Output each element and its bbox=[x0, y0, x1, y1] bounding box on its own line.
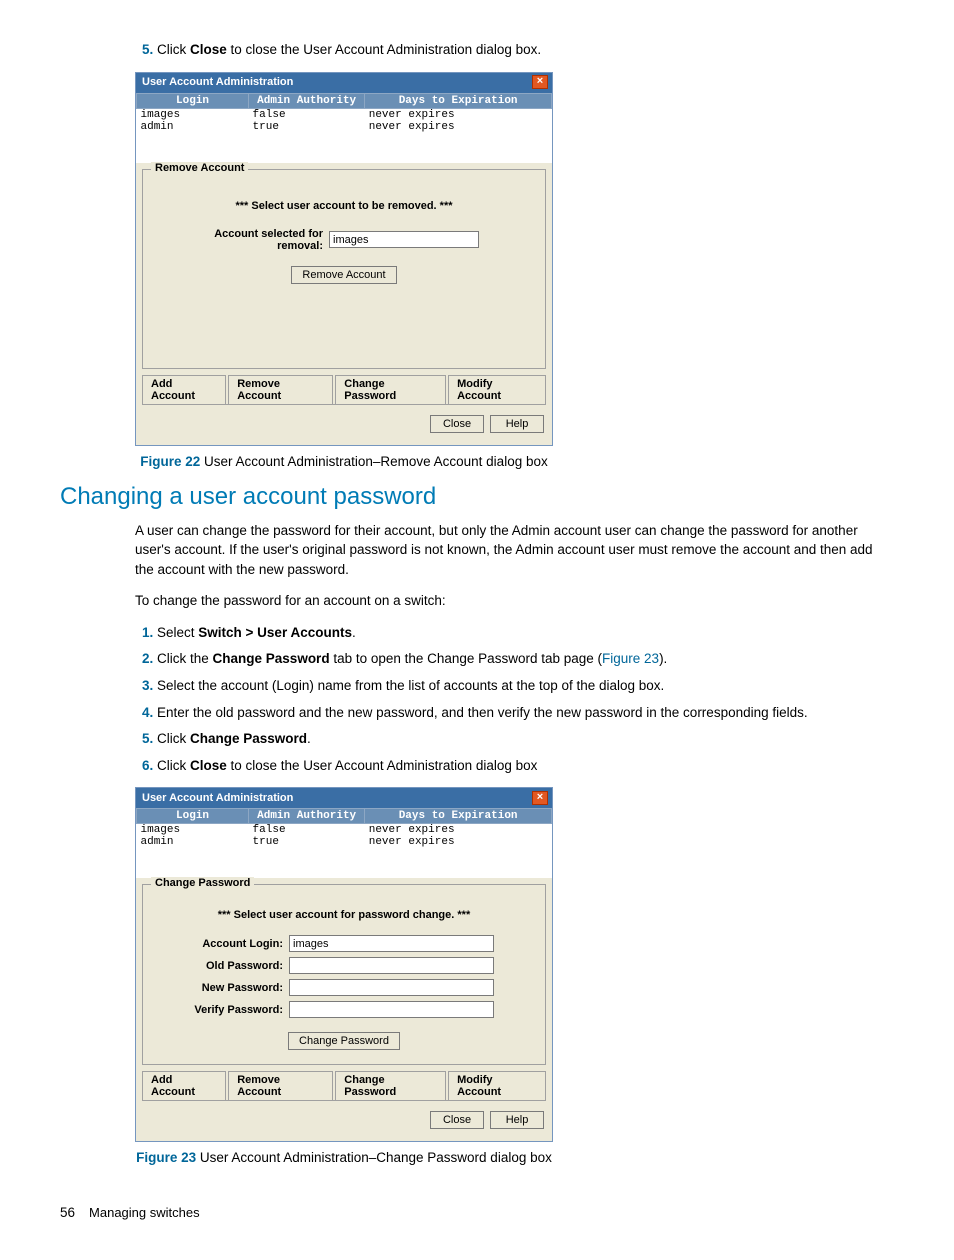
selected-account-input[interactable] bbox=[329, 231, 479, 248]
figure-23-caption: Figure 23 User Account Administration–Ch… bbox=[135, 1150, 553, 1165]
top-step-list: Click Close to close the User Account Ad… bbox=[135, 40, 894, 60]
tab-modify-account[interactable]: Modify Account bbox=[448, 375, 546, 404]
close-button[interactable]: Close bbox=[430, 1111, 484, 1129]
new-password-input[interactable] bbox=[289, 979, 494, 996]
page-footer: 56 Managing switches bbox=[60, 1205, 894, 1220]
table-row[interactable]: admin true never expires bbox=[137, 121, 552, 133]
tab-remove-account[interactable]: Remove Account bbox=[228, 1071, 333, 1100]
remove-account-group: Remove Account *** Select user account t… bbox=[142, 169, 546, 369]
help-button[interactable]: Help bbox=[490, 1111, 544, 1129]
step-5: Click Change Password. bbox=[157, 729, 894, 749]
close-button[interactable]: Close bbox=[430, 415, 484, 433]
close-icon[interactable]: × bbox=[532, 75, 548, 89]
step-5-top: Click Close to close the User Account Ad… bbox=[157, 40, 894, 60]
help-button[interactable]: Help bbox=[490, 415, 544, 433]
group-title: Remove Account bbox=[151, 162, 248, 174]
remove-account-button[interactable]: Remove Account bbox=[291, 266, 396, 284]
verify-password-input[interactable] bbox=[289, 1001, 494, 1018]
step-2: Click the Change Password tab to open th… bbox=[157, 649, 894, 669]
figure-22-dialog: User Account Administration × Login Admi… bbox=[135, 72, 894, 446]
old-password-label: Old Password: bbox=[189, 960, 289, 972]
table-row[interactable]: images false never expires bbox=[137, 108, 552, 121]
col-admin: Admin Authority bbox=[249, 93, 365, 108]
dialog-tabs: Add Account Remove Account Change Passwo… bbox=[142, 375, 546, 404]
step-6: Click Close to close the User Account Ad… bbox=[157, 756, 894, 776]
col-admin: Admin Authority bbox=[249, 809, 365, 824]
dialog-titlebar: User Account Administration × bbox=[136, 788, 552, 808]
tab-change-password[interactable]: Change Password bbox=[335, 375, 446, 404]
verify-password-label: Verify Password: bbox=[189, 1004, 289, 1016]
step-3: Select the account (Login) name from the… bbox=[157, 676, 894, 696]
section-heading: Changing a user account password bbox=[60, 483, 894, 511]
figure-23-dialog: User Account Administration × Login Admi… bbox=[135, 787, 894, 1142]
tab-add-account[interactable]: Add Account bbox=[142, 375, 226, 404]
table-row[interactable]: admin true never expires bbox=[137, 836, 552, 848]
close-icon[interactable]: × bbox=[532, 791, 548, 805]
footer-section: Managing switches bbox=[89, 1205, 200, 1220]
selected-account-label: Account selected for removal: bbox=[209, 228, 329, 252]
page-number: 56 bbox=[60, 1205, 75, 1220]
group-title: Change Password bbox=[151, 877, 254, 889]
col-login: Login bbox=[137, 93, 249, 108]
col-expiration: Days to Expiration bbox=[365, 809, 552, 824]
group-message: *** Select user account for password cha… bbox=[149, 909, 539, 921]
tab-change-password[interactable]: Change Password bbox=[335, 1071, 446, 1100]
dialog-titlebar: User Account Administration × bbox=[136, 73, 552, 93]
figure-23-link[interactable]: Figure 23 bbox=[602, 651, 659, 666]
col-expiration: Days to Expiration bbox=[365, 93, 552, 108]
dialog-tabs: Add Account Remove Account Change Passwo… bbox=[142, 1071, 546, 1100]
paragraph-2: To change the password for an account on… bbox=[135, 591, 894, 611]
step-4: Enter the old password and the new passw… bbox=[157, 703, 894, 723]
step-1: Select Switch > User Accounts. bbox=[157, 623, 894, 643]
change-password-button[interactable]: Change Password bbox=[288, 1032, 400, 1050]
tab-modify-account[interactable]: Modify Account bbox=[448, 1071, 546, 1100]
account-login-label: Account Login: bbox=[189, 938, 289, 950]
tab-remove-account[interactable]: Remove Account bbox=[228, 375, 333, 404]
change-password-group: Change Password *** Select user account … bbox=[142, 884, 546, 1065]
new-password-label: New Password: bbox=[189, 982, 289, 994]
procedure-steps: Select Switch > User Accounts. Click the… bbox=[135, 623, 894, 775]
figure-22-caption: Figure 22 User Account Administration–Re… bbox=[135, 454, 553, 469]
dialog-title-text: User Account Administration bbox=[142, 792, 293, 804]
old-password-input[interactable] bbox=[289, 957, 494, 974]
col-login: Login bbox=[137, 809, 249, 824]
accounts-table: Login Admin Authority Days to Expiration… bbox=[136, 808, 552, 848]
group-message: *** Select user account to be removed. *… bbox=[149, 200, 539, 212]
paragraph-1: A user can change the password for their… bbox=[135, 521, 894, 580]
account-login-input[interactable] bbox=[289, 935, 494, 952]
accounts-table: Login Admin Authority Days to Expiration… bbox=[136, 93, 552, 133]
table-row[interactable]: images false never expires bbox=[137, 824, 552, 837]
tab-add-account[interactable]: Add Account bbox=[142, 1071, 226, 1100]
dialog-title-text: User Account Administration bbox=[142, 76, 293, 88]
